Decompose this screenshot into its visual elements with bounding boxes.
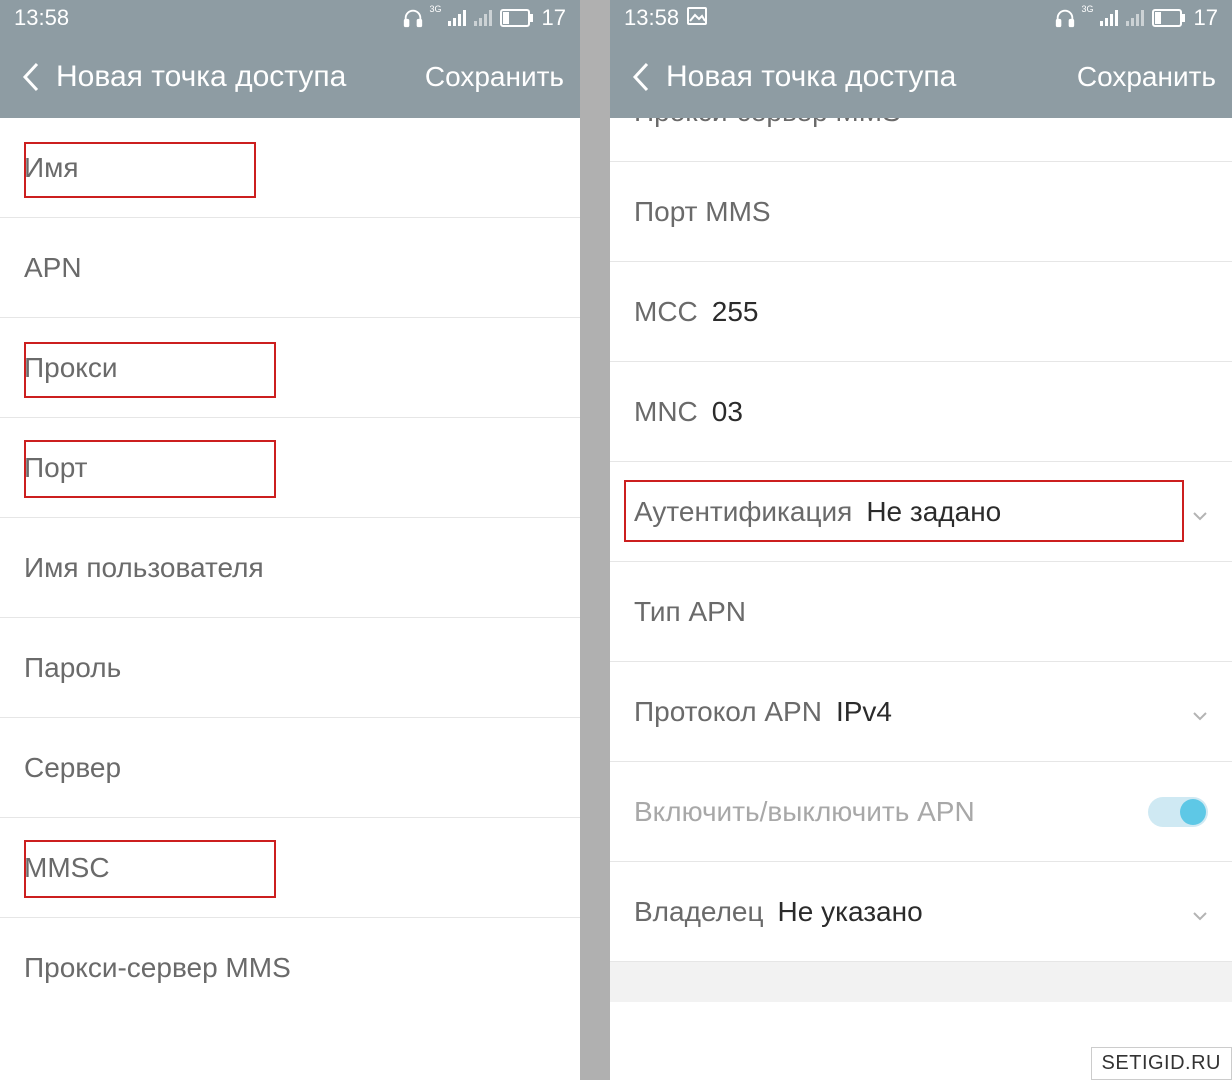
status-time: 13:58 xyxy=(14,5,69,31)
row-label: MMSC xyxy=(24,852,110,884)
row-label: Имя xyxy=(24,152,79,184)
row-value: 03 xyxy=(712,396,743,428)
row-label: Владелец xyxy=(634,896,764,928)
save-button[interactable]: Сохранить xyxy=(1077,61,1216,93)
network-3g-icon: 3G xyxy=(1082,5,1094,14)
row-owner[interactable]: Владелец Не указано xyxy=(610,862,1232,962)
row-value: Не задано xyxy=(866,496,1001,528)
chevron-down-icon xyxy=(1192,696,1208,728)
signal-icon xyxy=(448,10,468,26)
battery-percent: 17 xyxy=(542,5,566,31)
phone-screen-left: 13:58 3G 17 Новая точка доступа Сохранит… xyxy=(0,0,580,1080)
row-mmsc[interactable]: MMSC xyxy=(0,818,580,918)
signal-icon-sim2 xyxy=(474,10,494,26)
title-bar: Новая точка доступа Сохранить xyxy=(610,36,1232,118)
row-label: Сервер xyxy=(24,752,121,784)
row-username[interactable]: Имя пользователя xyxy=(0,518,580,618)
row-label: Тип APN xyxy=(634,596,746,628)
network-3g-icon: 3G xyxy=(430,5,442,14)
row-apn[interactable]: APN xyxy=(0,218,580,318)
row-label: Включить/выключить APN xyxy=(634,796,975,828)
row-proxy[interactable]: Прокси xyxy=(0,318,580,418)
title-bar: Новая точка доступа Сохранить xyxy=(0,36,580,118)
battery-percent: 17 xyxy=(1194,5,1218,31)
row-label: Порт MMS xyxy=(634,196,771,228)
row-clipped-mms-proxy[interactable]: Прокси-сервер MMS xyxy=(610,118,1232,162)
status-bar: 13:58 3G 17 xyxy=(0,0,580,36)
image-icon xyxy=(687,5,707,31)
row-value: 255 xyxy=(712,296,759,328)
row-label: APN xyxy=(24,252,82,284)
chevron-down-icon xyxy=(1192,496,1208,528)
row-name[interactable]: Имя xyxy=(0,118,580,218)
settings-list-left: Имя APN Прокси Порт Имя пользователя Пар… xyxy=(0,118,580,1018)
status-bar: 13:58 3G 17 xyxy=(610,0,1232,36)
status-time: 13:58 xyxy=(624,5,679,31)
headphones-icon xyxy=(1054,7,1076,29)
row-label: Аутентификация xyxy=(634,496,852,528)
settings-list-right: Прокси-сервер MMS Порт MMS MCC 255 MNC 0… xyxy=(610,118,1232,1002)
row-apn-toggle[interactable]: Включить/выключить APN xyxy=(610,762,1232,862)
signal-icon xyxy=(1100,10,1120,26)
row-port[interactable]: Порт xyxy=(0,418,580,518)
row-password[interactable]: Пароль xyxy=(0,618,580,718)
row-auth[interactable]: Аутентификация Не задано xyxy=(610,462,1232,562)
row-label: Порт xyxy=(24,452,87,484)
row-label: MCC xyxy=(634,296,698,328)
row-mcc[interactable]: MCC 255 xyxy=(610,262,1232,362)
row-label: Прокси-сервер MMS xyxy=(24,952,291,984)
back-button[interactable] xyxy=(618,55,662,99)
row-mms-proxy[interactable]: Прокси-сервер MMS xyxy=(0,918,580,1018)
row-label: Прокси-сервер MMS xyxy=(634,118,901,128)
list-footer-spacer xyxy=(610,962,1232,1002)
battery-icon xyxy=(1152,9,1186,27)
page-title: Новая точка доступа xyxy=(666,60,1077,94)
row-apn-type[interactable]: Тип APN xyxy=(610,562,1232,662)
page-title: Новая точка доступа xyxy=(56,60,425,94)
row-server[interactable]: Сервер xyxy=(0,718,580,818)
battery-icon xyxy=(500,9,534,27)
row-apn-protocol[interactable]: Протокол APN IPv4 xyxy=(610,662,1232,762)
row-label: Прокси xyxy=(24,352,117,384)
save-button[interactable]: Сохранить xyxy=(425,61,564,93)
row-value: IPv4 xyxy=(836,696,892,728)
back-button[interactable] xyxy=(8,55,52,99)
signal-icon-sim2 xyxy=(1126,10,1146,26)
row-mnc[interactable]: MNC 03 xyxy=(610,362,1232,462)
row-mms-port[interactable]: Порт MMS xyxy=(610,162,1232,262)
row-label: Пароль xyxy=(24,652,121,684)
toggle-switch[interactable] xyxy=(1148,797,1208,827)
watermark: SETIGID.RU xyxy=(1091,1047,1232,1080)
chevron-down-icon xyxy=(1192,896,1208,928)
row-label: Имя пользователя xyxy=(24,552,264,584)
row-label: MNC xyxy=(634,396,698,428)
row-value: Не указано xyxy=(778,896,923,928)
row-label: Протокол APN xyxy=(634,696,822,728)
headphones-icon xyxy=(402,7,424,29)
phone-screen-right: 13:58 3G 17 Новая точка доступа Сохранит… xyxy=(610,0,1232,1080)
